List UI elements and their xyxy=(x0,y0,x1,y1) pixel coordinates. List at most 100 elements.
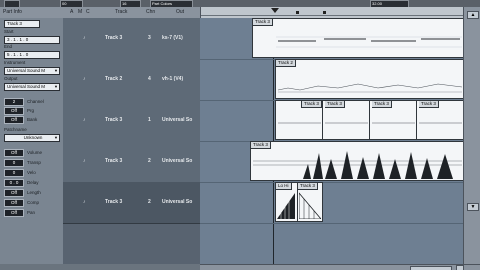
compress-label: Comp xyxy=(27,200,40,205)
transpose-value[interactable]: 0 xyxy=(4,159,24,167)
start-field[interactable]: 3 . 1 . 1 . 0 xyxy=(4,36,60,44)
track-row[interactable]: ♪ Track 3 2 Universal So xyxy=(63,141,200,183)
track-list: ♪ Track 3 3 ks-7 (V1) ♪ Track 2 4 vh-1 (… xyxy=(63,18,200,264)
right-marker-icon[interactable] xyxy=(323,11,326,14)
part-title: Track 3 xyxy=(298,183,318,190)
track-row[interactable]: ♪ Track 3 3 ks-7 (V1) xyxy=(63,18,200,60)
volume-label: Volume xyxy=(27,150,43,155)
part-title: Lo Hi xyxy=(276,183,292,190)
col-chn-header: Chn xyxy=(146,9,156,15)
status-strip xyxy=(0,264,200,270)
velocity-value[interactable]: 0 xyxy=(4,169,24,177)
track-output[interactable]: vh-1 (V4) xyxy=(162,76,183,82)
track-name[interactable]: Track 3 xyxy=(105,158,122,164)
vertical-scrollbar[interactable]: ▲ ▼ xyxy=(463,7,480,264)
dropdown-arrow-icon: ▼ xyxy=(54,84,58,89)
midi-part[interactable]: Track 3 xyxy=(369,100,418,140)
track-name[interactable]: Track 2 xyxy=(105,76,122,82)
track-name-field[interactable]: Track 3 xyxy=(4,20,40,28)
bank-value[interactable]: Off xyxy=(4,116,24,124)
zoom-slider[interactable] xyxy=(410,266,452,270)
pan-label: Pan xyxy=(27,210,36,215)
ruler-line xyxy=(201,15,464,16)
scroll-right-icon[interactable] xyxy=(456,265,464,270)
part-title: Track 3 xyxy=(372,101,392,108)
arrange-lane: Track 3 xyxy=(200,18,463,60)
velocity-label: Velo xyxy=(27,170,36,175)
program-value[interactable]: Off xyxy=(4,107,24,115)
track-row[interactable]: ♪ Track 3 1 Universal So xyxy=(63,100,200,142)
delay-label: Delay xyxy=(27,180,39,185)
midi-part[interactable]: Track 3 xyxy=(322,100,371,140)
midi-part[interactable]: Track 3 xyxy=(416,100,463,140)
arrange-lane: Track 3 xyxy=(200,141,463,183)
scroll-up-icon[interactable]: ▲ xyxy=(467,11,479,19)
instrument-label: Instrument xyxy=(4,60,26,65)
dropdown-arrow-icon: ▼ xyxy=(54,68,58,73)
patchname-select[interactable]: Unknown ▼ xyxy=(4,134,60,142)
patchname-label: Patchname xyxy=(4,127,27,132)
midi-notes xyxy=(278,122,321,124)
midi-track-icon: ♪ xyxy=(83,35,86,41)
midi-track-icon: ♪ xyxy=(83,117,86,123)
track-output[interactable]: Universal So xyxy=(162,199,192,205)
pan-value[interactable]: Off xyxy=(4,209,24,217)
left-locator-icon[interactable] xyxy=(271,8,279,13)
cubase-window: 00 16 Part Colors 32.00 Part Info A M C … xyxy=(0,0,480,270)
part-title: Track 3 xyxy=(253,19,273,26)
track-output[interactable]: Universal So xyxy=(162,158,192,164)
start-label: Start xyxy=(4,29,14,34)
col-c-header: C xyxy=(86,9,90,15)
instrument-value: Universal Sound M xyxy=(7,68,46,73)
track-channel[interactable]: 2 xyxy=(148,199,151,205)
instrument-select[interactable]: Universal Sound M ▼ xyxy=(4,67,60,75)
track-channel[interactable]: 4 xyxy=(148,76,151,82)
track-channel[interactable]: 3 xyxy=(148,35,151,41)
compress-value[interactable]: Off xyxy=(4,199,24,207)
volume-value[interactable]: Off xyxy=(4,149,24,157)
col-out-header: Out xyxy=(176,9,185,15)
col-m-header: M xyxy=(78,9,83,15)
end-label: End xyxy=(4,44,13,49)
horizontal-scrollbar[interactable] xyxy=(200,264,480,270)
delay-value[interactable]: 0 . 0 xyxy=(4,179,24,187)
midi-part[interactable]: Track 3 xyxy=(297,182,323,222)
part-info-header[interactable]: Part Info xyxy=(3,9,22,15)
midi-controller-data xyxy=(299,192,321,219)
output-value: Universal Sound M xyxy=(7,84,46,89)
midi-notes xyxy=(372,122,415,124)
midi-controller-data xyxy=(277,193,295,219)
col-track-header: Track xyxy=(115,9,128,15)
track-output[interactable]: Universal So xyxy=(162,117,192,123)
midi-part[interactable]: Track 3 xyxy=(250,141,463,181)
col-a-header: A xyxy=(70,9,74,15)
channel-value[interactable]: 2 xyxy=(4,98,24,106)
track-channel[interactable]: 2 xyxy=(148,158,151,164)
track-name[interactable]: Track 3 xyxy=(105,117,122,123)
midi-part[interactable]: Track 2 xyxy=(275,59,463,99)
track-output[interactable]: ks-7 (V1) xyxy=(162,35,183,41)
midi-track-icon: ♪ xyxy=(83,199,86,205)
midi-controller-data xyxy=(253,151,462,179)
midi-part[interactable]: Track 3 xyxy=(275,100,324,140)
midi-notes xyxy=(325,122,368,124)
track-row[interactable]: ♪ Track 2 4 vh-1 (V4) xyxy=(63,59,200,101)
end-field[interactable]: 5 . 1 . 1 . 0 xyxy=(4,51,60,59)
length-label: Length xyxy=(27,190,41,195)
midi-track-icon: ♪ xyxy=(83,76,86,82)
timeline-ruler[interactable] xyxy=(200,7,464,18)
output-label: Output xyxy=(4,76,18,81)
arrange-lane: Lo Hi Track 3 xyxy=(200,182,463,224)
output-select[interactable]: Universal Sound M ▼ xyxy=(4,83,60,91)
track-name[interactable]: Track 3 xyxy=(105,35,122,41)
midi-part[interactable]: Track 3 xyxy=(252,18,463,58)
track-row-selected[interactable]: ♪ Track 3 2 Universal So xyxy=(63,182,200,224)
position-marker-icon[interactable] xyxy=(296,11,299,14)
length-value[interactable]: Off xyxy=(4,189,24,197)
midi-part[interactable]: Lo Hi xyxy=(275,182,299,222)
track-name[interactable]: Track 3 xyxy=(105,199,122,205)
scroll-down-icon[interactable]: ▼ xyxy=(467,203,479,211)
part-title: Track 3 xyxy=(419,101,439,108)
track-channel[interactable]: 1 xyxy=(148,117,151,123)
arrange-area[interactable]: Track 3 Track 2 Track 3 Track 3 Track 3 … xyxy=(200,18,463,264)
